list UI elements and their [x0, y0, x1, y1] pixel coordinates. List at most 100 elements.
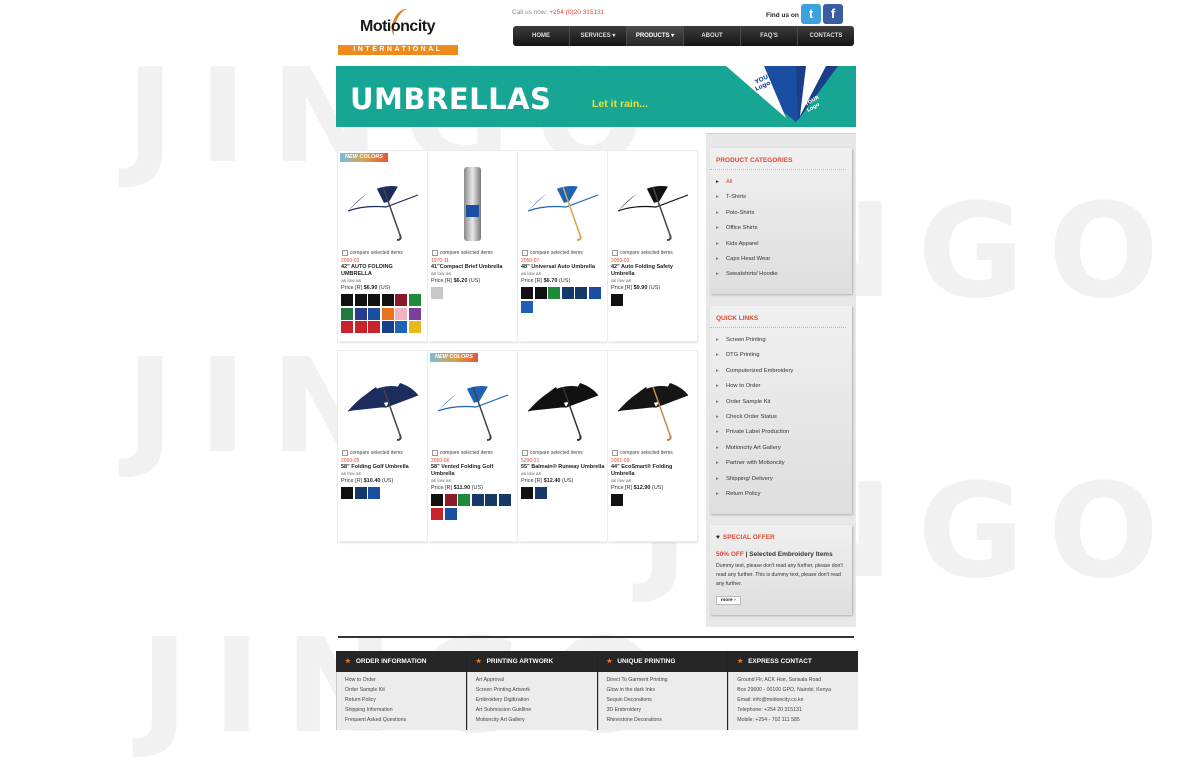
color-swatch[interactable] [611, 294, 623, 306]
checkbox-icon[interactable] [612, 250, 618, 256]
color-swatch[interactable] [381, 307, 394, 320]
call-us-number[interactable]: +254 (0)20 315131 [549, 9, 604, 16]
quicklink-item[interactable]: Motioncity Art Gallery [716, 442, 852, 457]
product-name[interactable]: 58" Folding Golf Umbrella [341, 464, 425, 471]
color-swatch[interactable] [381, 321, 394, 333]
compare-checkbox[interactable]: compare selected items [612, 250, 673, 256]
compare-checkbox[interactable]: compare selected items [432, 250, 493, 256]
compare-checkbox[interactable]: compare selected items [522, 250, 583, 256]
product-name[interactable]: 42" AUTO FOLDING UMBRELLA [341, 264, 425, 278]
footer-link[interactable]: 3D Embroidery [607, 705, 728, 715]
color-swatch[interactable] [588, 287, 601, 299]
quicklink-item[interactable]: Shipping/ Delivery [716, 473, 852, 488]
umbrella-black-white-icon[interactable] [612, 165, 693, 245]
color-swatch[interactable] [521, 287, 533, 299]
umbrella-sleeve-icon[interactable] [432, 165, 513, 245]
color-swatch[interactable] [368, 321, 380, 333]
color-swatch[interactable] [575, 287, 587, 299]
color-swatch[interactable] [341, 487, 353, 499]
color-swatch[interactable] [498, 494, 511, 506]
facebook-icon[interactable]: f [823, 4, 843, 24]
product-card[interactable]: compare selected items 5290-21 55" Balmain… [518, 351, 607, 541]
footer-link[interactable]: Art Approval [476, 675, 597, 685]
color-swatch[interactable] [485, 494, 497, 506]
footer-link[interactable]: Shipping Information [345, 705, 466, 715]
quicklink-item[interactable]: DTG Printing [716, 349, 852, 364]
color-swatch[interactable] [431, 494, 443, 506]
color-swatch[interactable] [561, 287, 574, 299]
color-swatch[interactable] [408, 294, 421, 306]
color-swatch[interactable] [395, 294, 407, 306]
color-swatch[interactable] [611, 494, 623, 506]
logo[interactable]: Motioncity INTERNATIONAL [338, 5, 460, 56]
quicklink-item[interactable]: How to Order [716, 380, 852, 395]
color-swatch[interactable] [471, 494, 484, 506]
umbrella-black-wood-icon[interactable] [612, 365, 693, 445]
nav-home[interactable]: HOME [513, 26, 570, 46]
footer-link[interactable]: Return Policy [345, 695, 466, 705]
category-item[interactable]: Polo-Shirts [716, 207, 852, 222]
footer-link[interactable]: Sequin Decorations [607, 695, 728, 705]
checkbox-icon[interactable] [432, 450, 438, 456]
color-swatch[interactable] [444, 507, 457, 520]
quicklink-item[interactable]: Private Label Production [716, 426, 852, 441]
product-card[interactable]: compare selected items 2050-07 48" Univers… [518, 151, 607, 341]
color-swatch[interactable] [521, 300, 533, 313]
nav-about[interactable]: ABOUT [684, 26, 741, 46]
color-swatch[interactable] [431, 507, 443, 520]
product-name[interactable]: 55" Balmain® Runway Umbrella [521, 464, 605, 471]
color-swatch[interactable] [341, 307, 353, 320]
category-item[interactable]: Caps Head Wear [716, 253, 852, 268]
color-swatch[interactable] [534, 287, 547, 299]
footer-link[interactable]: Art Submission Guidline [476, 705, 597, 715]
footer-link[interactable]: Motioncity Art Gallery [476, 715, 597, 725]
compare-checkbox[interactable]: compare selected items [522, 450, 583, 456]
footer-link[interactable]: Rhinestone Decorations [607, 715, 728, 725]
checkbox-icon[interactable] [522, 450, 528, 456]
color-swatch[interactable] [395, 307, 407, 320]
color-swatch[interactable] [341, 321, 353, 333]
product-card[interactable]: NEW COLORS compare selected items 2050-06 5… [428, 351, 517, 541]
twitter-icon[interactable]: t [801, 4, 821, 24]
checkbox-icon[interactable] [342, 450, 348, 456]
color-swatch[interactable] [368, 307, 380, 320]
footer-link[interactable]: How to Order [345, 675, 466, 685]
product-name[interactable]: 42" Auto Folding Safety Umbrella [611, 264, 695, 278]
color-swatch[interactable] [368, 294, 380, 306]
quicklink-item[interactable]: Partner with Motioncity [716, 457, 852, 472]
product-card[interactable]: compare selected items 2050-03 42" Auto Fo… [608, 151, 697, 341]
product-name[interactable]: 58" Vented Folding Golf Umbrella [431, 464, 515, 478]
checkbox-icon[interactable] [342, 250, 348, 256]
checkbox-icon[interactable] [612, 450, 618, 456]
umbrella-navy-icon[interactable] [342, 365, 423, 445]
nav-products[interactable]: PRODUCTS ▾ [627, 26, 684, 46]
footer-link[interactable]: Glow in the dark Inks [607, 685, 728, 695]
color-swatch[interactable] [458, 494, 470, 506]
quicklink-item[interactable]: Check Order Status [716, 411, 852, 426]
color-swatch[interactable] [408, 321, 421, 333]
footer-link[interactable]: Order Sample Kit [345, 685, 466, 695]
footer-link[interactable]: Screen Printing Artwork [476, 685, 597, 695]
quicklink-item[interactable]: Computerized Embroidery [716, 365, 852, 380]
category-item[interactable]: All [716, 176, 852, 191]
color-swatch[interactable] [444, 494, 457, 506]
product-name[interactable]: 44" EcoSmart® Folding Umbrella [611, 464, 695, 478]
nav-faqs[interactable]: FAQ'S [741, 26, 798, 46]
product-name[interactable]: 41"Compact Brief Umbrella [431, 264, 515, 271]
checkbox-icon[interactable] [432, 250, 438, 256]
checkbox-icon[interactable] [522, 250, 528, 256]
color-swatch[interactable] [354, 321, 367, 333]
footer-link[interactable]: Embroidery Digitization [476, 695, 597, 705]
color-swatch[interactable] [381, 294, 394, 306]
color-swatch[interactable] [341, 294, 353, 306]
product-card[interactable]: compare selected items 1970-11 41"Compact … [428, 151, 517, 341]
product-card[interactable]: compare selected items 2050-05 58" Folding… [338, 351, 427, 541]
quicklink-item[interactable]: Screen Printing [716, 334, 852, 349]
umbrella-blue-white-icon[interactable] [522, 165, 603, 245]
compare-checkbox[interactable]: compare selected items [432, 450, 493, 456]
color-swatch[interactable] [521, 487, 533, 499]
nav-contacts[interactable]: CONTACTS [798, 26, 854, 46]
color-swatch[interactable] [395, 321, 407, 333]
compare-checkbox[interactable]: compare selected items [342, 450, 403, 456]
footer-link[interactable]: Frequent Asked Questions [345, 715, 466, 725]
